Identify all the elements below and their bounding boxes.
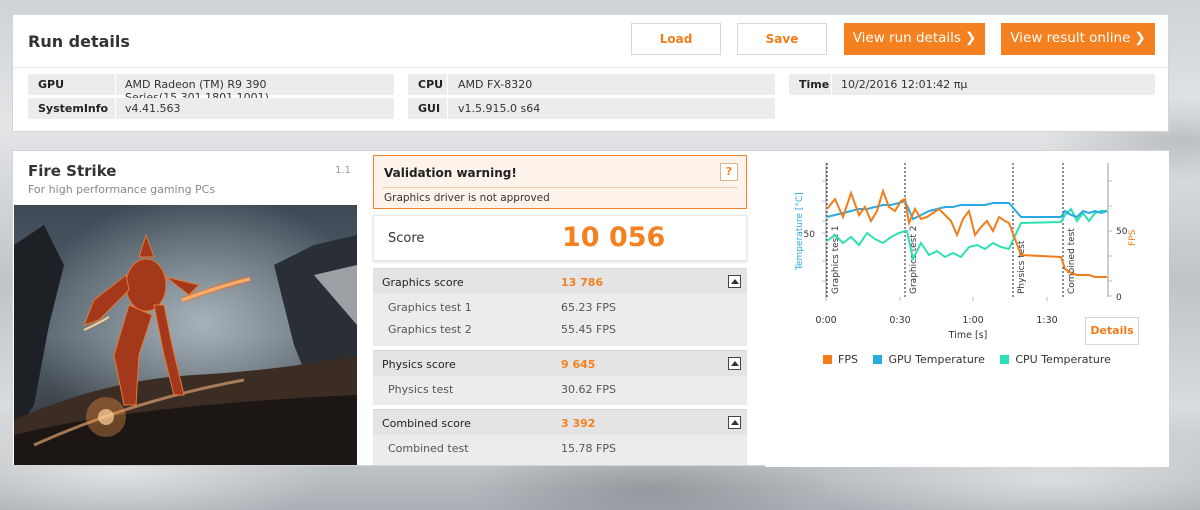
benchmark-result-panel: Fire Strike For high performance gaming …: [12, 150, 1169, 467]
cpu-key: CPU: [418, 78, 444, 91]
test-row: Graphics test 2 55.45 FPS: [373, 318, 747, 342]
right-tick-label: 0: [1116, 293, 1122, 303]
collapse-icon[interactable]: [728, 357, 741, 370]
right-axis-label: FPS: [1128, 229, 1138, 246]
score-value: 10 056: [562, 222, 666, 253]
combined-score-header: Combined score 3 392: [373, 409, 747, 435]
chevron-right-icon: ❯: [1134, 30, 1146, 46]
run-details-panel: Run details Load Save View run details ❯ …: [12, 14, 1169, 132]
test-label: Combined test: [388, 442, 469, 455]
gpu-key: GPU: [38, 78, 65, 91]
test-value: 15.78 FPS: [561, 442, 616, 455]
legend-label: FPS: [838, 353, 858, 366]
view-result-online-label: View result online: [1010, 30, 1131, 46]
systeminfo-value: v4.41.563: [125, 102, 181, 115]
chevron-right-icon: ❯: [964, 30, 977, 46]
legend-label: CPU Temperature: [1015, 353, 1111, 366]
load-button[interactable]: Load: [631, 23, 721, 55]
view-run-details-label: View run details: [852, 30, 961, 46]
collapse-icon[interactable]: [728, 416, 741, 429]
monitoring-chart: Graphics test 1 Graphics test 2 Physics …: [765, 151, 1169, 467]
systeminfo-row: SystemInfo v4.41.563: [28, 98, 394, 119]
test-label: Graphics test 1: [388, 301, 472, 314]
gui-row: GUI v1.5.915.0 s64: [408, 98, 775, 119]
test-row: Combined test 15.78 FPS: [373, 437, 747, 461]
legend-swatch: [823, 355, 832, 364]
time-value: 10/2/2016 12:01:42 πμ: [841, 78, 968, 91]
view-run-details-button[interactable]: View run details ❯: [844, 23, 985, 55]
test-value: 65.23 FPS: [561, 301, 616, 314]
benchmark-title: Fire Strike: [28, 162, 117, 180]
right-tick-label: 50: [1116, 227, 1128, 237]
physics-score-section: Physics score 9 645 Physics test 30.62 F…: [373, 350, 747, 405]
systeminfo-key: SystemInfo: [38, 102, 109, 115]
test-label: Physics test: [388, 383, 454, 396]
physics-score-label: Physics score: [382, 358, 456, 371]
left-axis-label: Temperature [°C]: [795, 192, 805, 271]
legend-swatch: [873, 355, 883, 364]
test-label: Graphics test 2: [388, 323, 472, 336]
test-value: 55.45 FPS: [561, 323, 616, 336]
physics-score-header: Physics score 9 645: [373, 350, 747, 376]
fire-strike-artwork: [14, 205, 357, 465]
graphics-score-label: Graphics score: [382, 276, 464, 289]
benchmark-subtitle: For high performance gaming PCs: [28, 183, 216, 196]
phase-label: Combined test: [1067, 228, 1077, 294]
test-value: 30.62 FPS: [561, 383, 616, 396]
cpu-row: CPU AMD FX-8320: [408, 74, 775, 95]
save-button[interactable]: Save: [737, 23, 827, 55]
overall-score: Score 10 056: [373, 215, 747, 261]
gui-value: v1.5.915.0 s64: [458, 102, 541, 115]
view-result-online-button[interactable]: View result online ❯: [1001, 23, 1155, 55]
validation-warning: Validation warning! ? Graphics driver is…: [373, 155, 747, 209]
combined-score-label: Combined score: [382, 417, 471, 430]
x-tick-label: 1:00: [962, 315, 983, 326]
legend-item-fps: FPS: [823, 353, 858, 366]
graphics-score-section: Graphics score 13 786 Graphics test 1 65…: [373, 268, 747, 346]
x-tick-label: 0:00: [815, 315, 836, 326]
time-key: Time: [799, 78, 830, 91]
physics-score-value: 9 645: [561, 358, 596, 371]
details-button[interactable]: Details: [1085, 317, 1139, 345]
left-tick-label: 50: [804, 230, 816, 240]
collapse-icon[interactable]: [728, 275, 741, 288]
legend-label: GPU Temperature: [888, 353, 985, 366]
x-tick-label: 0:30: [889, 315, 910, 326]
time-row: Time 10/2/2016 12:01:42 πμ: [789, 74, 1155, 95]
test-row: Physics test 30.62 FPS: [373, 378, 747, 402]
help-icon[interactable]: ?: [720, 163, 738, 181]
score-label: Score: [388, 231, 425, 246]
phase-label: Graphics test 2: [909, 226, 919, 294]
validation-message: Graphics driver is not approved: [384, 192, 550, 204]
run-details-title: Run details: [28, 32, 130, 51]
benchmark-version: 1.1: [335, 165, 351, 176]
combined-score-section: Combined score 3 392 Combined test 15.78…: [373, 409, 747, 465]
gpu-row: GPU AMD Radeon (TM) R9 390 Series(15.301…: [28, 74, 394, 104]
x-tick-label: 1:30: [1036, 315, 1057, 326]
x-axis-label: Time [s]: [948, 330, 988, 341]
graphics-score-header: Graphics score 13 786: [373, 268, 747, 294]
legend-item-gpu-temperature: GPU Temperature: [873, 353, 985, 366]
graphics-score-value: 13 786: [561, 276, 604, 289]
cpu-value: AMD FX-8320: [458, 78, 533, 91]
validation-title: Validation warning!: [384, 166, 517, 180]
divider: [13, 67, 1168, 68]
legend-item-cpu-temperature: CPU Temperature: [1000, 353, 1111, 366]
combined-score-value: 3 392: [561, 417, 596, 430]
gui-key: GUI: [418, 102, 441, 115]
test-row: Graphics test 1 65.23 FPS: [373, 296, 747, 320]
legend-swatch: [1000, 355, 1010, 364]
chart-legend: FPS GPU Temperature CPU Temperature: [823, 353, 1123, 366]
